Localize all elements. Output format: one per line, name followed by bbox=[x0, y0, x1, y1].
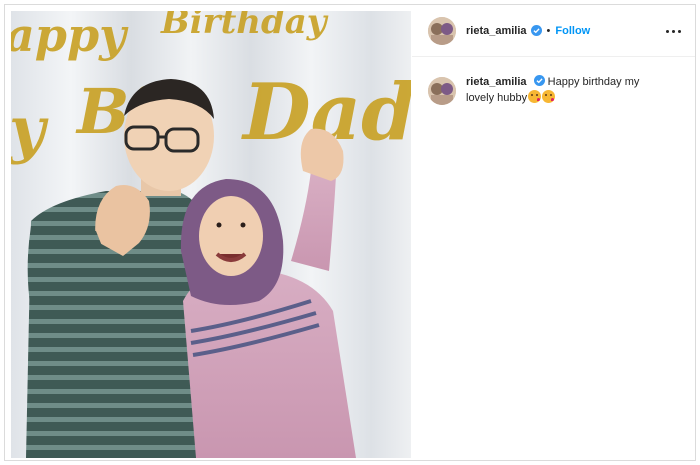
post-side-panel: rieta_amilia • Follow rieta_amilia Happy… bbox=[412, 5, 695, 460]
author-username[interactable]: rieta_amilia bbox=[466, 25, 527, 37]
caption-body: rieta_amilia Happy birthday my lovely hu… bbox=[466, 75, 656, 106]
caption-username[interactable]: rieta_amilia bbox=[466, 76, 527, 88]
instagram-post: appy Birthday y Bi Daddy bbox=[4, 4, 696, 461]
post-photo-image: appy Birthday y Bi Daddy bbox=[11, 11, 411, 458]
post-header: rieta_amilia • Follow bbox=[412, 5, 695, 57]
svg-text:Birthday: Birthday bbox=[160, 11, 329, 42]
post-photo[interactable]: appy Birthday y Bi Daddy bbox=[11, 11, 411, 458]
caption-author-avatar[interactable] bbox=[428, 77, 456, 105]
post-caption: rieta_amilia Happy birthday my lovely hu… bbox=[428, 75, 683, 106]
svg-text:y: y bbox=[11, 93, 49, 166]
separator-dot: • bbox=[546, 24, 551, 37]
verified-badge-icon bbox=[530, 25, 542, 36]
verified-badge-icon bbox=[533, 75, 545, 86]
follow-button[interactable]: Follow bbox=[555, 25, 590, 37]
author-avatar[interactable] bbox=[428, 16, 456, 45]
svg-text:appy: appy bbox=[11, 11, 129, 62]
more-options-icon[interactable] bbox=[663, 21, 683, 41]
kiss-emoji-icon bbox=[542, 90, 556, 103]
kiss-emoji-icon bbox=[528, 90, 542, 103]
